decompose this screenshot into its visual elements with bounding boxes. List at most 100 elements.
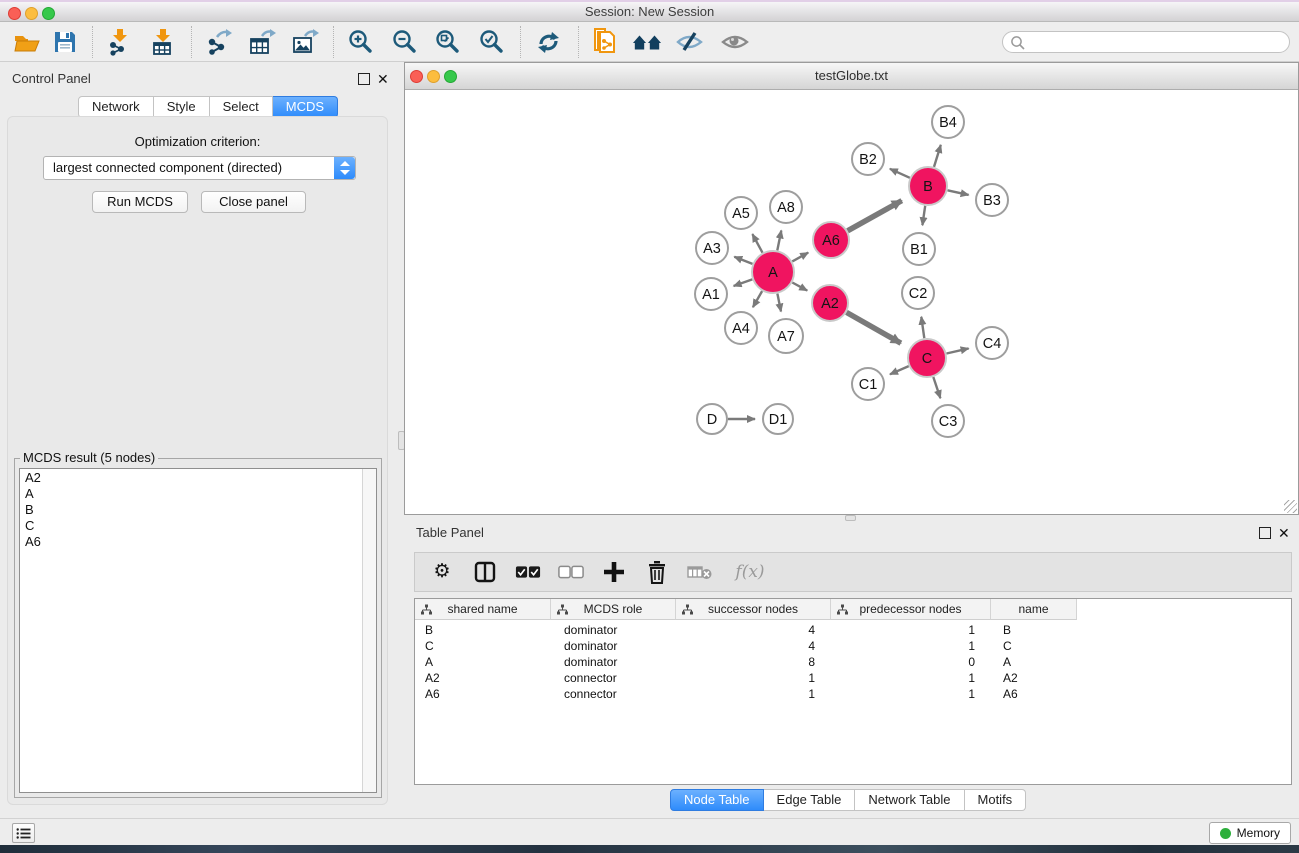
graph-node-B2[interactable]: B2 (852, 143, 884, 175)
graph-node-C2[interactable]: C2 (902, 277, 934, 309)
graph-edge-A-A8[interactable] (777, 231, 781, 251)
table-cell[interactable]: A6 (415, 686, 551, 702)
table-cell[interactable]: 4 (676, 638, 831, 654)
add-column-button[interactable] (601, 559, 627, 585)
graph-node-A1[interactable]: A1 (695, 278, 727, 310)
run-mcds-button[interactable]: Run MCDS (92, 191, 188, 213)
mcds-result-listbox[interactable]: A2ABCA6 (19, 468, 377, 793)
table-panel-float-button[interactable] (1259, 527, 1271, 539)
splitter-handle[interactable] (845, 515, 856, 521)
table-cell[interactable]: 1 (831, 686, 991, 702)
graph-edge-B-B3[interactable] (948, 190, 969, 195)
table-cell[interactable]: dominator (551, 654, 676, 670)
window-resize-handle[interactable] (1284, 500, 1297, 513)
export-table-button[interactable] (247, 28, 277, 56)
table-cell[interactable]: 1 (676, 670, 831, 686)
tab-edge-table[interactable]: Edge Table (764, 789, 856, 811)
select-all-button[interactable] (515, 559, 541, 585)
tab-motifs[interactable]: Motifs (965, 789, 1027, 811)
graph-edge-A-A7[interactable] (777, 294, 781, 312)
mcds-result-item[interactable]: A2 (20, 470, 362, 486)
graph-node-A5[interactable]: A5 (725, 197, 757, 229)
table-cell[interactable]: 0 (831, 654, 991, 670)
table-cell[interactable]: A (991, 654, 1077, 670)
graph-node-B3[interactable]: B3 (976, 184, 1008, 216)
export-network-button[interactable] (204, 28, 234, 56)
graph-edge-A2-C[interactable] (847, 312, 901, 343)
table-cell[interactable]: 8 (676, 654, 831, 670)
graph-node-A[interactable]: A (752, 251, 794, 293)
column-header-predecessor-nodes[interactable]: predecessor nodes (831, 599, 991, 620)
graph-edge-A-A2[interactable] (792, 283, 807, 291)
graph-edge-B-B4[interactable] (934, 145, 941, 167)
graph-edge-A-A3[interactable] (734, 257, 752, 264)
graph-edge-A-A4[interactable] (753, 291, 762, 307)
search-input[interactable] (1029, 33, 1283, 53)
save-session-button[interactable] (50, 28, 80, 56)
delete-table-button[interactable] (687, 559, 713, 585)
search-box[interactable] (1002, 31, 1290, 53)
mcds-result-item[interactable]: C (20, 518, 362, 534)
duplicate-network-button[interactable] (590, 28, 620, 56)
graph-edge-A-A1[interactable] (734, 279, 753, 286)
tab-mcds[interactable]: MCDS (273, 96, 338, 118)
table-cell[interactable]: A6 (991, 686, 1077, 702)
network-window-titlebar[interactable]: testGlobe.txt (405, 63, 1298, 90)
table-cell[interactable]: 4 (676, 622, 831, 638)
delete-column-button[interactable] (644, 559, 670, 585)
tab-network-table[interactable]: Network Table (855, 789, 964, 811)
column-header-name[interactable]: name (991, 599, 1077, 620)
table-cell[interactable]: 1 (831, 670, 991, 686)
tab-select[interactable]: Select (210, 96, 273, 118)
table-cell[interactable]: dominator (551, 638, 676, 654)
column-header-mcds-role[interactable]: MCDS role (551, 599, 676, 620)
table-row[interactable]: Adominator80A (415, 654, 1291, 670)
import-network-button[interactable] (105, 28, 135, 56)
graph-node-C3[interactable]: C3 (932, 405, 964, 437)
graph-node-C1[interactable]: C1 (852, 368, 884, 400)
titlebar[interactable]: Session: New Session (0, 0, 1299, 22)
table-cell[interactable]: 1 (676, 686, 831, 702)
table-panel-close-button[interactable]: ✕ (1278, 526, 1290, 540)
graph-node-A6[interactable]: A6 (813, 222, 849, 258)
graph-node-A3[interactable]: A3 (696, 232, 728, 264)
graph-edge-C-C3[interactable] (933, 377, 940, 398)
graph-edge-B-B1[interactable] (922, 206, 925, 225)
task-history-button[interactable] (12, 823, 35, 843)
graph-node-D1[interactable]: D1 (763, 404, 793, 434)
graph-edge-C-C1[interactable] (890, 366, 909, 374)
table-cell[interactable]: connector (551, 670, 676, 686)
graph-node-C4[interactable]: C4 (976, 327, 1008, 359)
table-row[interactable]: A6connector11A6 (415, 686, 1291, 702)
table-cell[interactable]: dominator (551, 622, 676, 638)
table-settings-button[interactable]: ⚙ (429, 559, 455, 585)
mcds-scrollbar[interactable] (362, 469, 376, 792)
graph-node-A4[interactable]: A4 (725, 312, 757, 344)
refresh-layout-button[interactable] (533, 28, 563, 56)
table-row[interactable]: A2connector11A2 (415, 670, 1291, 686)
tab-node-table[interactable]: Node Table (670, 789, 764, 811)
close-panel-button[interactable]: Close panel (201, 191, 306, 213)
table-cell[interactable]: A2 (415, 670, 551, 686)
table-cell[interactable]: 1 (831, 622, 991, 638)
graph-node-B4[interactable]: B4 (932, 106, 964, 138)
table-cell[interactable]: 1 (831, 638, 991, 654)
graph-edge-B-B2[interactable] (890, 169, 910, 178)
column-header-successor-nodes[interactable]: successor nodes (676, 599, 831, 620)
mcds-result-item[interactable]: B (20, 502, 362, 518)
table-cell[interactable]: A (415, 654, 551, 670)
export-image-button[interactable] (290, 28, 320, 56)
hide-selected-button[interactable] (675, 28, 705, 56)
control-panel-float-button[interactable] (358, 73, 370, 85)
memory-button[interactable]: Memory (1209, 822, 1291, 844)
graph-node-B[interactable]: B (909, 167, 947, 205)
graph-node-A7[interactable]: A7 (769, 319, 803, 353)
graph-edge-C-C4[interactable] (947, 348, 969, 353)
table-row[interactable]: Cdominator41C (415, 638, 1291, 654)
criterion-dropdown[interactable]: largest connected component (directed) (43, 156, 356, 180)
column-header-shared-name[interactable]: shared name (415, 599, 551, 620)
network-canvas[interactable]: AA1A3A5A8A4A7A6A2BB2B4B3B1CC2C1C4C3DD1 (405, 90, 1298, 514)
graph-edge-A-A5[interactable] (752, 234, 762, 253)
table-cell[interactable]: A2 (991, 670, 1077, 686)
zoom-selected-button[interactable] (477, 28, 507, 56)
